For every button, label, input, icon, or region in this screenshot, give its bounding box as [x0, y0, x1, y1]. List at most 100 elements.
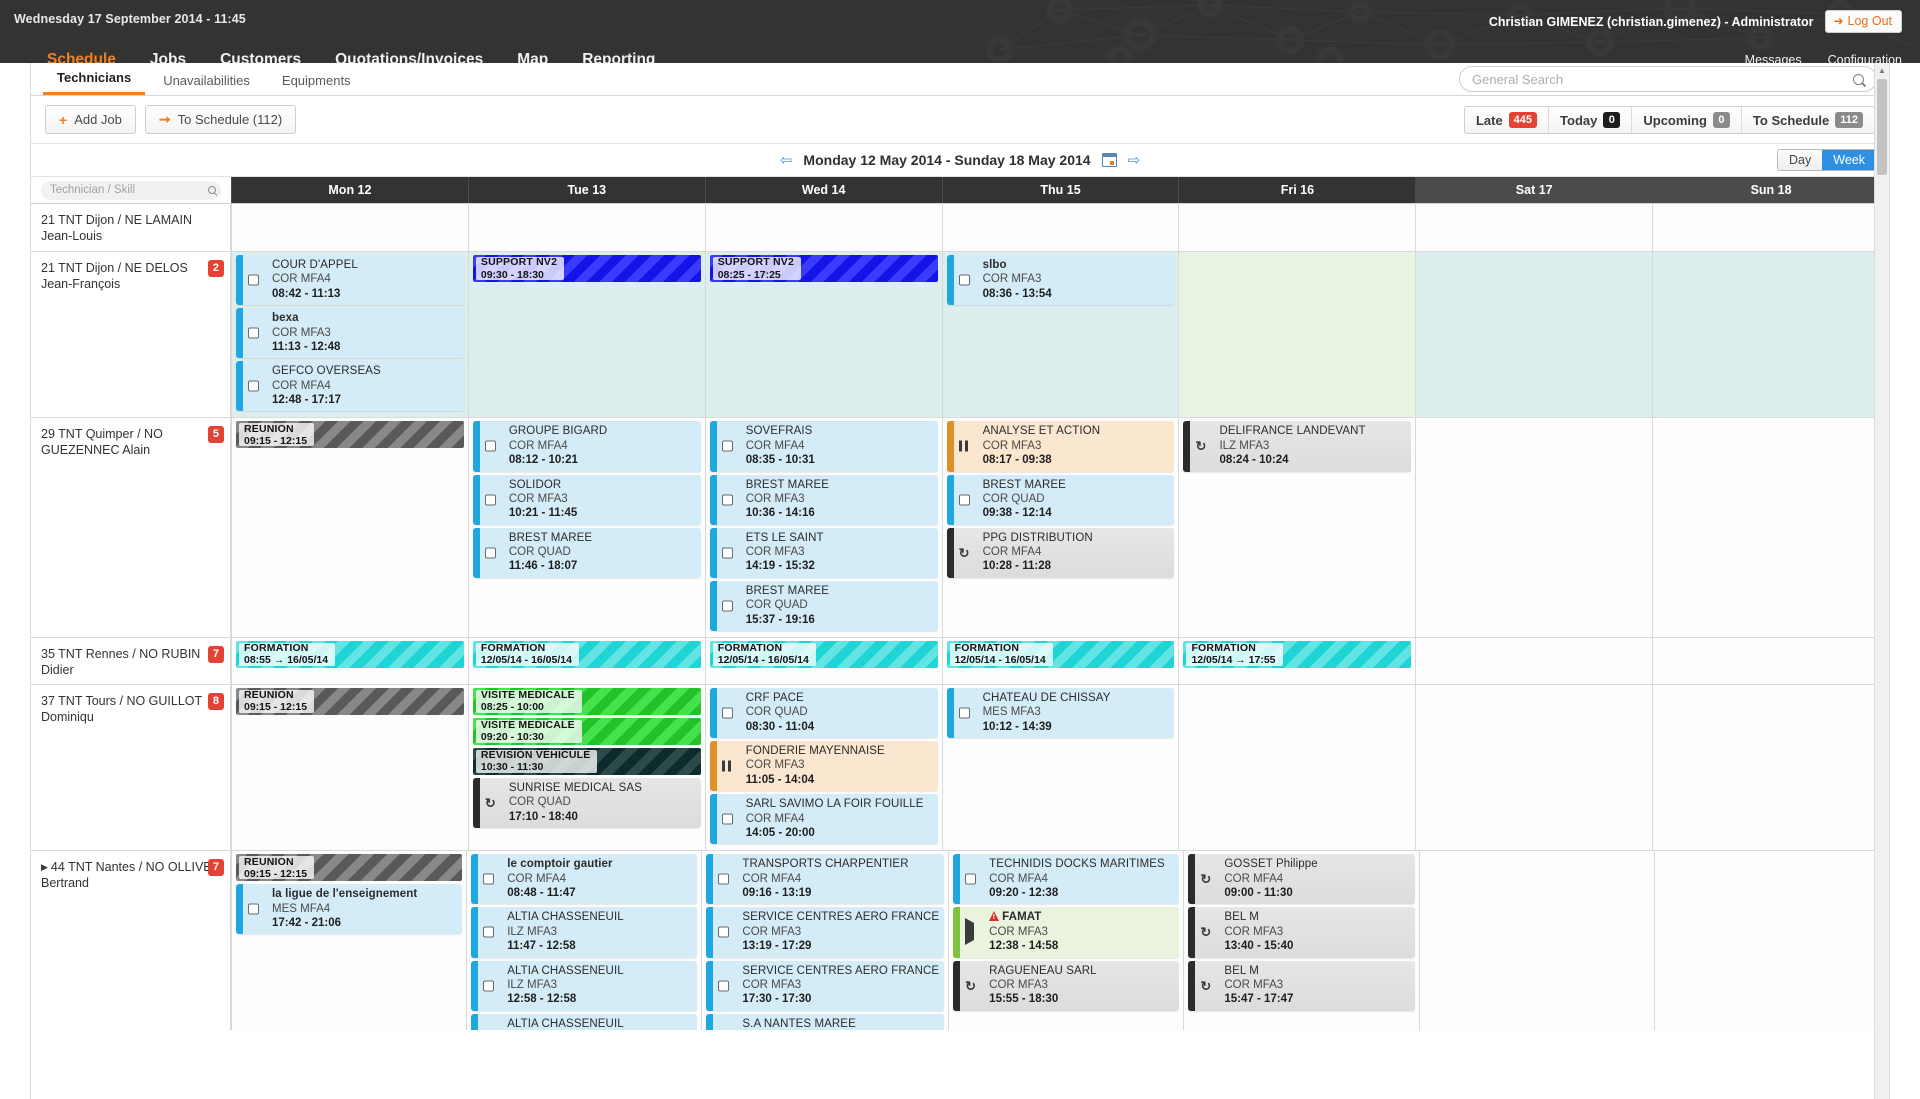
play-icon[interactable] — [965, 918, 975, 946]
counter-late[interactable]: Late 445 — [1465, 107, 1550, 134]
job-card[interactable]: ALTIA CHASSENEUILILZ MFA312:58 - 12:58 — [471, 960, 698, 1011]
pause-icon[interactable] — [958, 440, 969, 452]
view-week-button[interactable]: Week — [1822, 150, 1876, 170]
technician-skill-filter[interactable] — [41, 180, 221, 200]
day-cell[interactable]: CRF PACE COR QUAD 08:30 - 11:04 FONDERIE MA… — [704, 684, 942, 851]
day-cell[interactable]: ANALYSE ET ACTION COR MFA3 08:17 - 09:38 BR… — [941, 418, 1179, 637]
day-cell[interactable]: TRANSPORTS CHARPENTIER COR MFA4 09:16 - 13… — [701, 851, 949, 1030]
job-card[interactable]: BREST MAREE COR QUAD 09:38 - 12:14 — [946, 474, 1175, 525]
job-card[interactable]: S.A NANTES MAREEILZ MFA317:30 - 17:31 — [706, 1013, 945, 1030]
job-checkbox[interactable] — [718, 873, 730, 885]
day-cell[interactable]: GROUPE BIGARD COR MFA4 08:12 - 10:21 SOLIDO… — [467, 418, 705, 637]
job-checkbox[interactable] — [248, 380, 259, 392]
tab-equipments[interactable]: Equipments — [268, 68, 365, 95]
job-checkbox[interactable] — [484, 440, 496, 452]
job-checkbox[interactable] — [718, 980, 730, 992]
nav-jobs[interactable]: Jobs — [133, 51, 203, 63]
job-card[interactable]: slbo COR MFA3 08:36 - 13:54 — [946, 255, 1175, 306]
day-cell[interactable] — [1653, 851, 1889, 1030]
job-card[interactable]: GROUPE BIGARD COR MFA4 08:12 - 10:21 — [472, 421, 701, 472]
view-day-button[interactable]: Day — [1778, 150, 1823, 170]
tab-technicians[interactable]: Technicians — [43, 65, 146, 95]
day-cell[interactable] — [1178, 252, 1416, 418]
nav-quotations-invoices[interactable]: Quotations/Invoices — [318, 51, 500, 63]
job-card[interactable]: ↻ DELIFRANCE LANDEVANT ILZ MFA3 08:24 - 10:… — [1183, 421, 1412, 472]
search-input[interactable] — [1472, 71, 1853, 87]
day-cell[interactable]: ↻ GOSSET Philippe COR MFA4 09:00 - 11:30 ↻ BE… — [1183, 851, 1419, 1030]
job-checkbox[interactable] — [721, 813, 733, 825]
job-card[interactable]: ANALYSE ET ACTION COR MFA3 08:17 - 09:38 — [946, 421, 1175, 472]
technician-name-cell[interactable]: 37 TNT Tours / NO GUILLOT Dominiqu 8 — [31, 684, 231, 851]
job-card[interactable]: BREST MAREE COR QUAD 11:46 - 18:07 — [472, 527, 701, 578]
schedule-banner[interactable]: REUNION 09:15 - 12:15 — [236, 687, 464, 715]
recurring-icon[interactable]: ↻ — [485, 796, 496, 809]
pause-icon[interactable] — [721, 760, 732, 772]
day-cell[interactable] — [1178, 684, 1416, 851]
job-card[interactable]: SARL SAVIMO LA FOIR FOUILLE COR MFA4 14:05… — [709, 794, 938, 845]
day-cell[interactable]: REUNION 09:15 - 12:15 — [231, 684, 468, 851]
next-week-arrow[interactable]: ⇨ — [1128, 151, 1141, 169]
day-cell[interactable] — [1415, 204, 1653, 251]
day-cell[interactable]: SUPPORT NV2 08:25 - 17:25 — [704, 252, 942, 418]
day-cell[interactable]: le comptoir gautier COR MFA4 08:48 - 11:47… — [466, 851, 702, 1030]
job-checkbox[interactable] — [721, 440, 733, 452]
nav-map[interactable]: Map — [500, 51, 565, 63]
schedule-banner[interactable]: REUNION 09:15 - 12:15 — [236, 854, 463, 882]
job-card[interactable]: ↻ SUNRISE MEDICAL SAS COR QUAD 17:10 - 18:4… — [472, 777, 701, 828]
tab-unavailabilities[interactable]: Unavailabilities — [149, 68, 264, 95]
day-cell[interactable]: COUR D'APPEL COR MFA4 08:42 - 11:13 bexa COR… — [231, 252, 468, 418]
calendar-icon[interactable] — [1101, 153, 1117, 167]
job-checkbox[interactable] — [248, 327, 259, 339]
day-cell[interactable]: FORMATION 08:55 → 16/05/14 — [231, 637, 468, 684]
job-checkbox[interactable] — [721, 494, 733, 506]
day-cell[interactable] — [1415, 418, 1653, 637]
job-checkbox[interactable] — [484, 547, 496, 559]
job-checkbox[interactable] — [721, 707, 733, 719]
scroll-up-arrow[interactable]: ▲ — [1875, 63, 1889, 78]
day-cell[interactable] — [1652, 418, 1889, 637]
job-card[interactable]: CHATEAU DE CHISSAY MES MFA3 10:12 - 14:39 — [946, 687, 1175, 738]
job-card[interactable]: SERVICE CENTRES AERO FRANCE COR MFA3 17:30… — [706, 960, 945, 1011]
nav-messages[interactable]: Messages — [1745, 53, 1802, 63]
job-checkbox[interactable] — [721, 600, 733, 612]
nav-customers[interactable]: Customers — [203, 51, 318, 63]
log-out-button[interactable]: ➜ Log Out — [1825, 10, 1902, 33]
scrollbar-thumb[interactable] — [1877, 79, 1887, 175]
day-cell[interactable] — [1652, 204, 1889, 251]
job-card[interactable]: SERVICE CENTRES AERO FRANCE COR MFA3 13:19… — [706, 907, 945, 958]
nav-schedule[interactable]: Schedule — [30, 51, 133, 63]
job-card[interactable]: ↻ PPG DISTRIBUTION COR MFA4 10:28 - 11:28 — [946, 527, 1175, 578]
expand-triangle-icon[interactable]: ▶ — [41, 862, 48, 874]
job-card[interactable]: SOVEFRAIS COR MFA4 08:35 - 10:31 — [709, 421, 938, 472]
day-cell[interactable] — [1415, 252, 1653, 418]
technician-name-cell[interactable]: ▶ 44 TNT Nantes / NO OLLIVE Bertrand 7 — [31, 851, 231, 1030]
page-scrollbar[interactable]: ▲ — [1874, 63, 1889, 1099]
day-cell[interactable] — [1652, 252, 1889, 418]
job-checkbox[interactable] — [958, 494, 970, 506]
job-card[interactable]: ALTIA CHASSENEUILILZ MFA312:58 - 12:58 — [471, 1013, 698, 1030]
day-cell[interactable] — [1652, 637, 1889, 684]
job-card[interactable]: ALTIA CHASSENEUIL ILZ MFA3 11:47 - 12:58 — [471, 907, 698, 958]
job-card[interactable]: BREST MAREE COR MFA3 10:36 - 14:16 — [709, 474, 938, 525]
job-card[interactable]: ↻ RAGUENEAU SARL COR MFA3 15:55 - 18:30 — [953, 960, 1180, 1011]
job-card[interactable]: ↻ GOSSET Philippe COR MFA4 09:00 - 11:30 — [1188, 854, 1415, 905]
job-card[interactable]: le comptoir gautier COR MFA4 08:48 - 11:47 — [471, 854, 698, 905]
day-cell[interactable]: FORMATION 12/05/14 → 17:55 — [1178, 637, 1416, 684]
technician-filter-input[interactable] — [50, 184, 204, 196]
job-checkbox[interactable] — [958, 274, 970, 286]
day-cell[interactable] — [1178, 204, 1416, 251]
day-cell[interactable] — [467, 204, 705, 251]
technician-name-cell[interactable]: 29 TNT Quimper / NO GUEZENNEC Alain 5 — [31, 418, 231, 637]
job-card[interactable]: BREST MAREE COR QUAD 15:37 - 19:16 — [709, 580, 938, 631]
job-checkbox[interactable] — [248, 274, 259, 286]
schedule-banner[interactable]: FORMATION 12/05/14 - 16/05/14 — [472, 640, 701, 668]
job-checkbox[interactable] — [484, 494, 496, 506]
job-card[interactable]: la ligue de l'enseignement MES MFA4 17:42 … — [236, 884, 463, 935]
job-card[interactable]: ↻ BEL M COR MFA3 15:47 - 17:47 — [1188, 960, 1415, 1011]
day-cell[interactable] — [1415, 637, 1653, 684]
recurring-icon[interactable]: ↻ — [1200, 926, 1211, 939]
add-job-button[interactable]: + Add Job — [45, 105, 136, 134]
job-checkbox[interactable] — [958, 707, 970, 719]
job-card[interactable]: ↻ BEL M COR MFA3 13:40 - 15:40 — [1188, 907, 1415, 958]
job-card[interactable]: bexa COR MFA3 11:13 - 12:48 — [236, 308, 464, 359]
